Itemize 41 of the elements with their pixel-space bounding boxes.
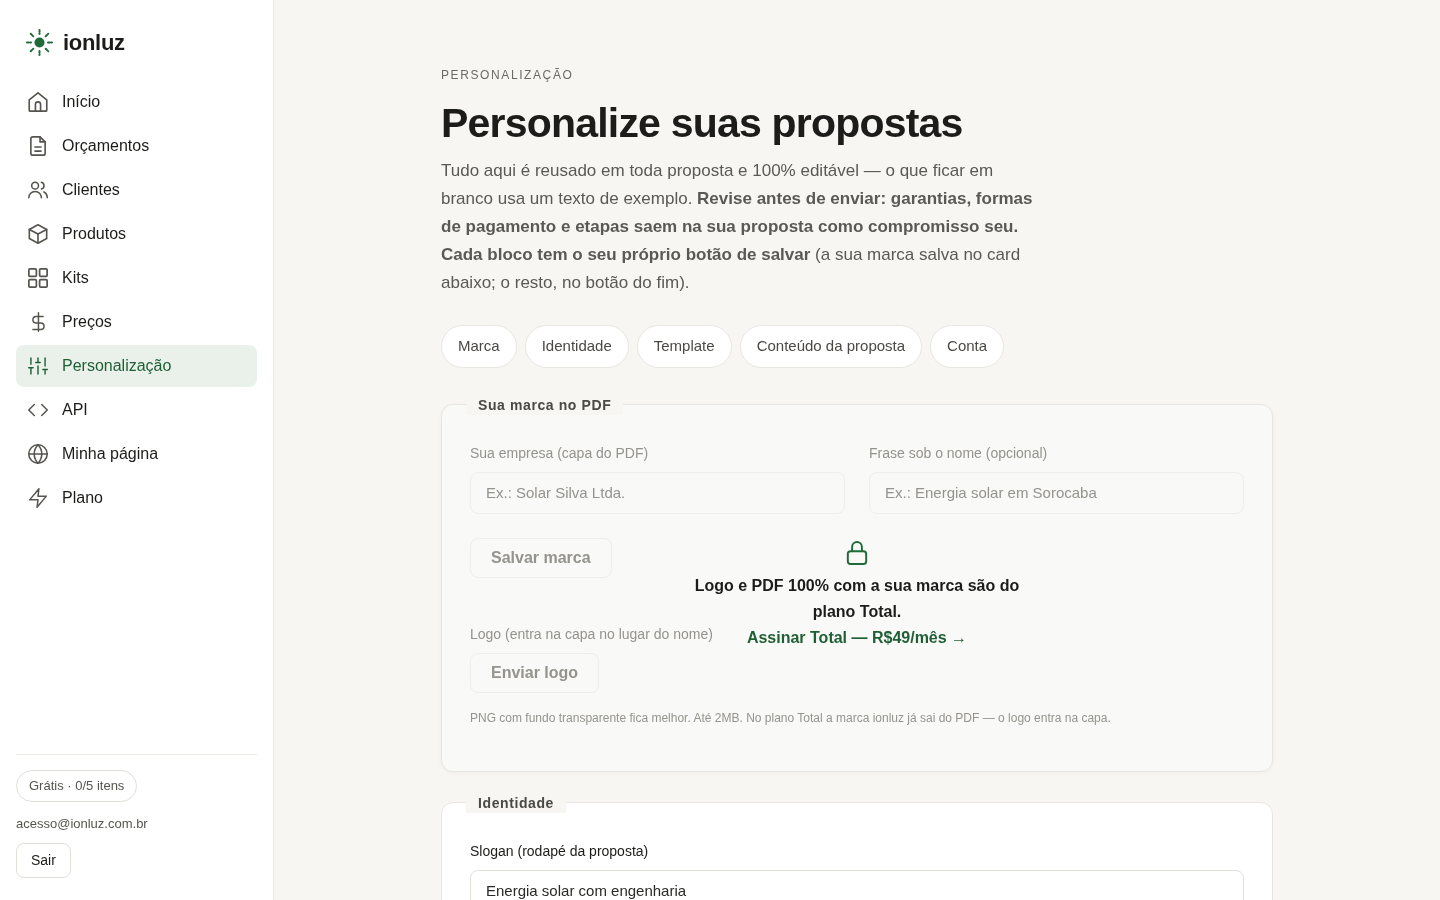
- lightning-icon: [28, 488, 48, 508]
- sliders-icon: [28, 356, 48, 376]
- page-title: Personalize suas propostas: [441, 100, 963, 148]
- sidebar-item[interactable]: Minha página: [16, 433, 257, 475]
- field-label: Sua empresa (capa do PDF): [470, 443, 649, 463]
- cube-icon: [28, 224, 48, 244]
- section-link-pill[interactable]: Template: [636, 325, 732, 368]
- house-icon: [28, 92, 48, 112]
- sidebar-item[interactable]: API: [16, 389, 257, 431]
- document-icon: [28, 136, 48, 156]
- sidebar-item[interactable]: Produtos: [16, 213, 257, 255]
- grid-icon: [28, 268, 48, 288]
- eyebrow-label: PERSONALIZAÇÃO: [441, 67, 574, 84]
- help-text: PNG com fundo transparente fica melhor. Até 2MB. No plano Total a marca ionluz já sai do PDF — o logo entra na capa.: [470, 709, 1111, 727]
- upgrade-message: Logo e PDF 100% com a sua marca são do plano Total.: [693, 575, 1021, 622]
- input-field[interactable]: Energia solar com engenharia: [470, 869, 1244, 900]
- sidebar-item[interactable]: Personalização: [16, 345, 257, 387]
- sidebar-item[interactable]: Preços: [16, 301, 257, 343]
- logout-button[interactable]: Sair: [16, 843, 71, 878]
- people-icon: [28, 180, 48, 200]
- globe-icon: [28, 444, 48, 464]
- sidebar-item[interactable]: Plano: [16, 477, 257, 519]
- brand-name: ionluz: [63, 28, 125, 57]
- sidebar-item[interactable]: Kits: [16, 257, 257, 299]
- lock-icon: [846, 540, 868, 565]
- field-label: Frase sob o nome (opcional): [869, 443, 1048, 463]
- field-label: Slogan (rodapé da proposta): [470, 841, 649, 861]
- sun-icon: [26, 28, 53, 56]
- input-field[interactable]: Ex.: Energia solar em Sorocaba: [869, 471, 1244, 514]
- intro-paragraph: Tudo aqui é reusado em toda proposta e 100% editável — o que ficar em branco usa um texto de exemplo. Revise antes de enviar: garantias, formas de pagamento e etapas saem na sua proposta como compromisso seu. Cada bloco tem o seu próprio botão de salvar (a sua marca salva no card abaixo; o resto, no botão do fim).: [441, 160, 1034, 295]
- section-link-pill[interactable]: Marca: [441, 325, 517, 368]
- section-link-pill[interactable]: Identidade: [524, 325, 629, 368]
- sidebar-item[interactable]: Início: [16, 81, 257, 123]
- sidebar-item[interactable]: Clientes: [16, 169, 257, 211]
- account-email: acesso@ionluz.com.br: [16, 814, 148, 833]
- field-label: Logo (entra na capa no lugar do nome): [470, 624, 713, 644]
- upgrade-link[interactable]: Assinar Total — R$49/mês →: [746, 624, 968, 651]
- section-link-pill[interactable]: Conteúdo da proposta: [739, 325, 923, 368]
- section-link-pill[interactable]: Conta: [930, 325, 1005, 368]
- sidebar-item[interactable]: Orçamentos: [16, 125, 257, 167]
- input-field[interactable]: Ex.: Solar Silva Ltda.: [470, 471, 845, 514]
